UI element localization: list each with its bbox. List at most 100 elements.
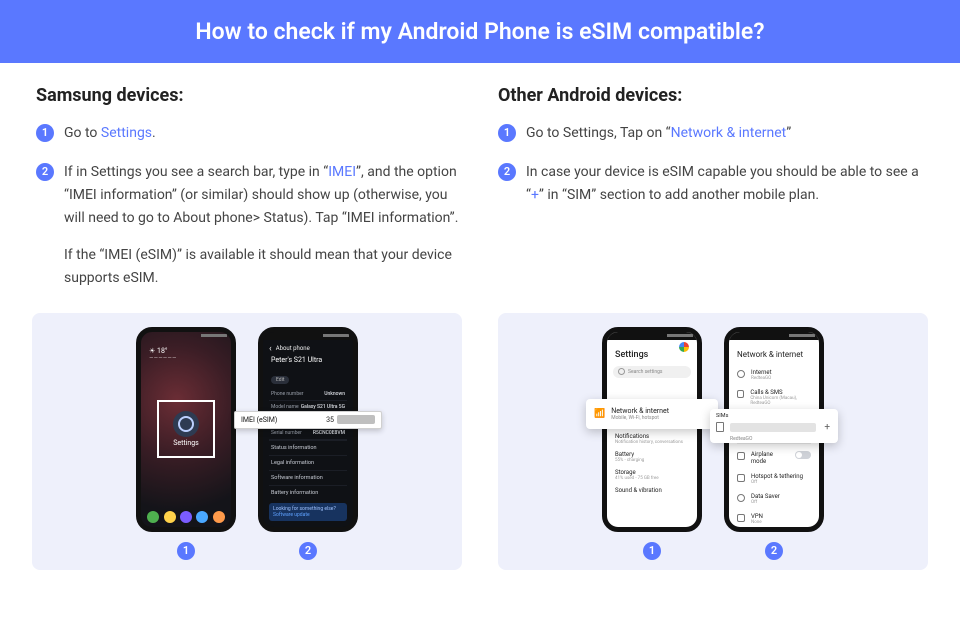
screen-header: About phone	[263, 340, 353, 356]
app-icon	[196, 511, 208, 523]
list-item: InternetRedteaGO	[729, 365, 819, 385]
profile-icon	[679, 342, 689, 352]
search-bar: Search settings	[613, 366, 691, 378]
callout-sub: Mobile, Wi-Fi, hotspot	[611, 415, 669, 421]
blurred-value	[337, 415, 375, 424]
edit-pill: Edit	[271, 376, 289, 384]
datasaver-icon	[737, 494, 745, 502]
sim-name: RedteaGO	[730, 436, 832, 442]
samsung-shot-1: ☀ 18°–––––– Settings 1	[136, 327, 236, 560]
hotspot-icon	[737, 474, 745, 482]
step-badge: 2	[498, 163, 516, 181]
step-badge: 1	[36, 124, 54, 142]
list-item: VPNNone	[729, 509, 819, 529]
blurred-value	[730, 423, 816, 432]
phone-wrap: About phone Peter's S21 Ultra Edit Phone…	[258, 327, 358, 532]
list-item: Storage41% used - 75 GB free	[607, 466, 697, 484]
list-item: Battery55% - charging	[607, 448, 697, 466]
list-item: Sound & vibration	[607, 484, 697, 497]
step-body: If in Settings you see a search bar, typ…	[64, 161, 462, 290]
app-tray	[141, 511, 231, 523]
search-hint: Looking for something else?Software upda…	[269, 503, 347, 521]
list-item: Legal information	[269, 455, 347, 470]
phone-icon	[737, 390, 744, 398]
samsung-shot-2: About phone Peter's S21 Ultra Edit Phone…	[258, 327, 358, 560]
list-item: Battery information	[269, 485, 347, 500]
text: ”	[786, 125, 791, 141]
wifi-icon: 📶	[594, 409, 605, 419]
callout-label: IMEI (eSIM)	[241, 416, 277, 424]
samsung-column: Samsung devices: 1 Go to Settings. 2 If …	[36, 85, 462, 307]
list-item: Calls & SMSChina Unicom (Macau), RedteaG…	[729, 385, 819, 410]
status-bar	[607, 332, 697, 340]
network-internet-link[interactable]: Network & internet	[671, 125, 787, 141]
list-item: Airplane mode	[729, 447, 819, 469]
callout-value-prefix: 35	[326, 416, 334, 424]
list-item: Status information	[269, 440, 347, 455]
step-badge: 1	[498, 124, 516, 142]
app-icon	[213, 511, 225, 523]
screen-title: Network & internet	[729, 340, 819, 365]
tile-label: Settings	[173, 439, 199, 447]
device-name: Peter's S21 Ultra	[263, 356, 353, 366]
globe-icon	[737, 370, 745, 378]
plus-link[interactable]: +	[531, 187, 539, 203]
about-list: Status information Legal information Sof…	[269, 440, 347, 521]
text: Go to	[64, 125, 101, 141]
weather-widget: ☀ 18°––––––	[149, 348, 177, 363]
settings-link[interactable]: Settings	[101, 125, 152, 141]
phone-wrap: Network & internet InternetRedteaGO Call…	[724, 327, 824, 532]
text: If in Settings you see a search bar, typ…	[64, 164, 328, 180]
other-heading: Other Android devices:	[498, 85, 924, 106]
other-shot-1: Settings Search settings AppsAssistant, …	[602, 327, 702, 560]
sim-icon	[716, 422, 724, 432]
instruction-columns: Samsung devices: 1 Go to Settings. 2 If …	[0, 63, 960, 307]
caption-badge: 2	[299, 542, 317, 560]
samsung-step-1: 1 Go to Settings.	[36, 122, 462, 145]
phone-mock: Settings Search settings AppsAssistant, …	[602, 327, 702, 532]
airplane-icon	[737, 452, 745, 460]
sims-callout: SIMs + RedteaGO	[710, 409, 838, 443]
toggle	[795, 451, 811, 459]
text: If the “IMEI (eSIM)” is available it sho…	[64, 244, 462, 290]
status-bar	[141, 332, 231, 340]
samsung-step-2: 2 If in Settings you see a search bar, t…	[36, 161, 462, 290]
list-item: Software information	[269, 470, 347, 485]
other-step-1: 1 Go to Settings, Tap on “Network & inte…	[498, 122, 924, 145]
list-item: NotificationsNotification history, conve…	[607, 430, 697, 448]
other-step-2: 2 In case your device is eSIM capable yo…	[498, 161, 924, 207]
step-body: Go to Settings.	[64, 122, 462, 145]
divider	[737, 443, 811, 444]
step-body: In case your device is eSIM capable you …	[526, 161, 924, 207]
samsung-heading: Samsung devices:	[36, 85, 462, 106]
caption-badge: 2	[765, 542, 783, 560]
caption-badge: 1	[177, 542, 195, 560]
status-bar	[729, 332, 819, 340]
network-internet-callout: 📶 Network & internetMobile, Wi-Fi, hotsp…	[586, 399, 718, 429]
imei-link[interactable]: IMEI	[328, 164, 356, 180]
list-item: Data SaverOff	[729, 489, 819, 509]
vpn-icon	[737, 514, 745, 522]
phone-mock: About phone Peter's S21 Ultra Edit Phone…	[258, 327, 358, 532]
page-title: How to check if my Android Phone is eSIM…	[195, 18, 764, 45]
other-shot-2: Network & internet InternetRedteaGO Call…	[724, 327, 824, 560]
step-badge: 2	[36, 163, 54, 181]
page-header: How to check if my Android Phone is eSIM…	[0, 0, 960, 63]
caption-badge: 1	[643, 542, 661, 560]
phone-mock: ☀ 18°–––––– Settings	[136, 327, 236, 532]
gear-icon	[173, 411, 199, 437]
screenshot-panels: ☀ 18°–––––– Settings 1 About phone Peter…	[0, 307, 960, 570]
step-body: Go to Settings, Tap on “Network & intern…	[526, 122, 924, 145]
samsung-panel: ☀ 18°–––––– Settings 1 About phone Peter…	[32, 313, 462, 570]
list-item: Hotspot & tetheringOff	[729, 469, 819, 489]
other-column: Other Android devices: 1 Go to Settings,…	[498, 85, 924, 307]
phone-wrap: Settings Search settings AppsAssistant, …	[602, 327, 702, 532]
callout-title: Network & internet	[611, 407, 669, 415]
app-icon	[180, 511, 192, 523]
plus-icon: +	[822, 422, 832, 433]
status-bar	[263, 332, 353, 340]
settings-tile: Settings	[157, 400, 215, 458]
app-icon	[164, 511, 176, 523]
callout-label: SIMs	[716, 413, 832, 419]
text: Go to Settings, Tap on “	[526, 125, 671, 141]
